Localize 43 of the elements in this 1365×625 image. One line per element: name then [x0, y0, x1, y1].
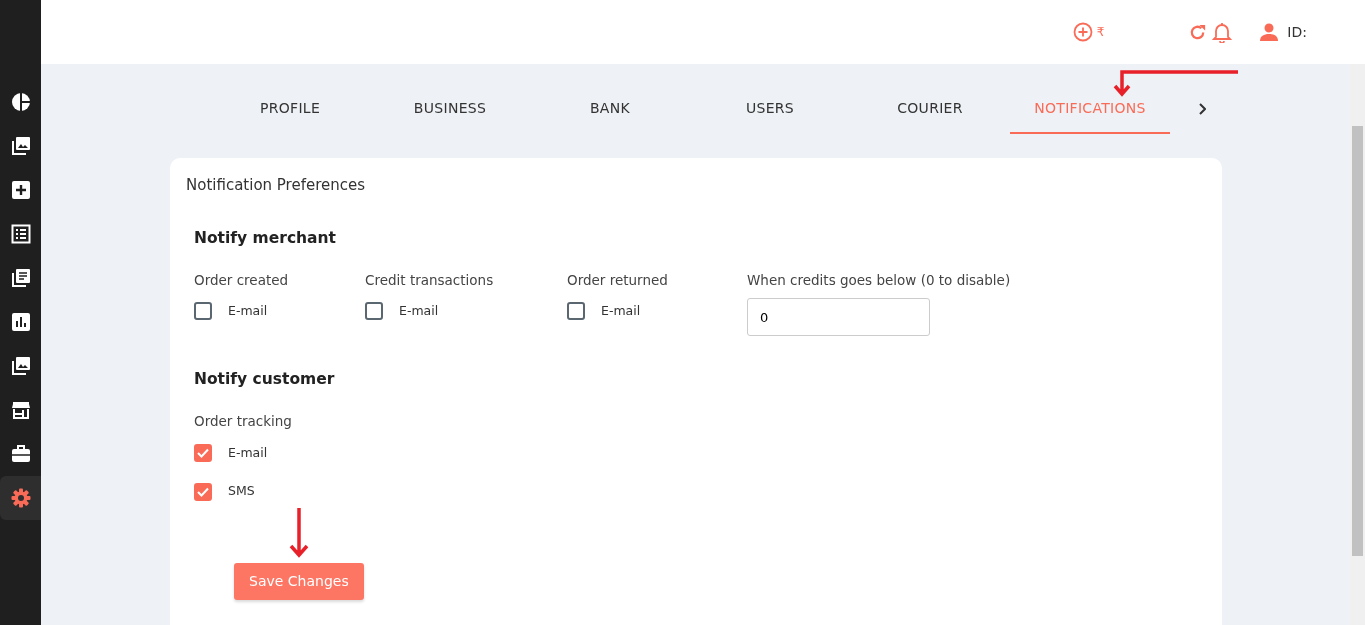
group-label: Order tracking — [194, 412, 293, 432]
tab[interactable]: COURIER — [850, 64, 1010, 134]
currency-symbol: ₹ — [1096, 24, 1105, 41]
chevron-right-icon — [1198, 103, 1206, 115]
group-label: Order returned — [567, 270, 669, 290]
list-icon — [10, 224, 31, 244]
annotation-arrow — [288, 506, 310, 558]
settings-icon — [10, 488, 31, 508]
images-icon — [10, 136, 31, 156]
section-heading: Notify customer — [194, 369, 336, 390]
tab[interactable]: BUSINESS — [370, 64, 530, 134]
briefcase-icon — [10, 444, 31, 464]
card-title: Notification Preferences — [186, 175, 367, 196]
refresh-icon[interactable] — [1188, 22, 1208, 42]
checkbox[interactable] — [567, 302, 585, 321]
checkbox[interactable] — [194, 443, 212, 462]
plus-square-icon — [10, 180, 31, 200]
pie-chart-icon — [10, 92, 31, 112]
add-circle-icon[interactable] — [1072, 22, 1093, 42]
checkbox[interactable] — [365, 302, 383, 321]
checkbox-label: SMS — [228, 482, 255, 501]
scrollbar[interactable] — [1350, 64, 1365, 625]
group-label: Order created — [194, 270, 290, 290]
field-label: When credits goes below (0 to disable) — [747, 270, 1011, 290]
documents-icon — [10, 268, 31, 288]
tab[interactable]: BANK — [530, 64, 690, 134]
user-id-label: ID: — [1287, 22, 1307, 42]
store-icon — [10, 400, 31, 420]
checkbox-label: E-mail — [601, 302, 641, 320]
credit-threshold-field[interactable]: 0 — [747, 298, 930, 336]
bell-icon[interactable] — [1211, 21, 1234, 43]
checkbox-label: E-mail — [228, 302, 268, 320]
tab[interactable]: USERS — [690, 64, 850, 134]
section-heading: Notify merchant — [194, 227, 338, 249]
checkbox-label: E-mail — [228, 443, 268, 462]
checkbox[interactable] — [194, 482, 212, 501]
bar-chart-icon — [10, 312, 31, 332]
checkbox[interactable] — [194, 302, 212, 321]
user-icon[interactable] — [1259, 22, 1280, 42]
tab[interactable]: PROFILE — [210, 64, 370, 134]
group-label: Credit transactions — [365, 270, 495, 290]
images-icon — [10, 356, 31, 376]
checkbox-label: E-mail — [399, 302, 439, 320]
